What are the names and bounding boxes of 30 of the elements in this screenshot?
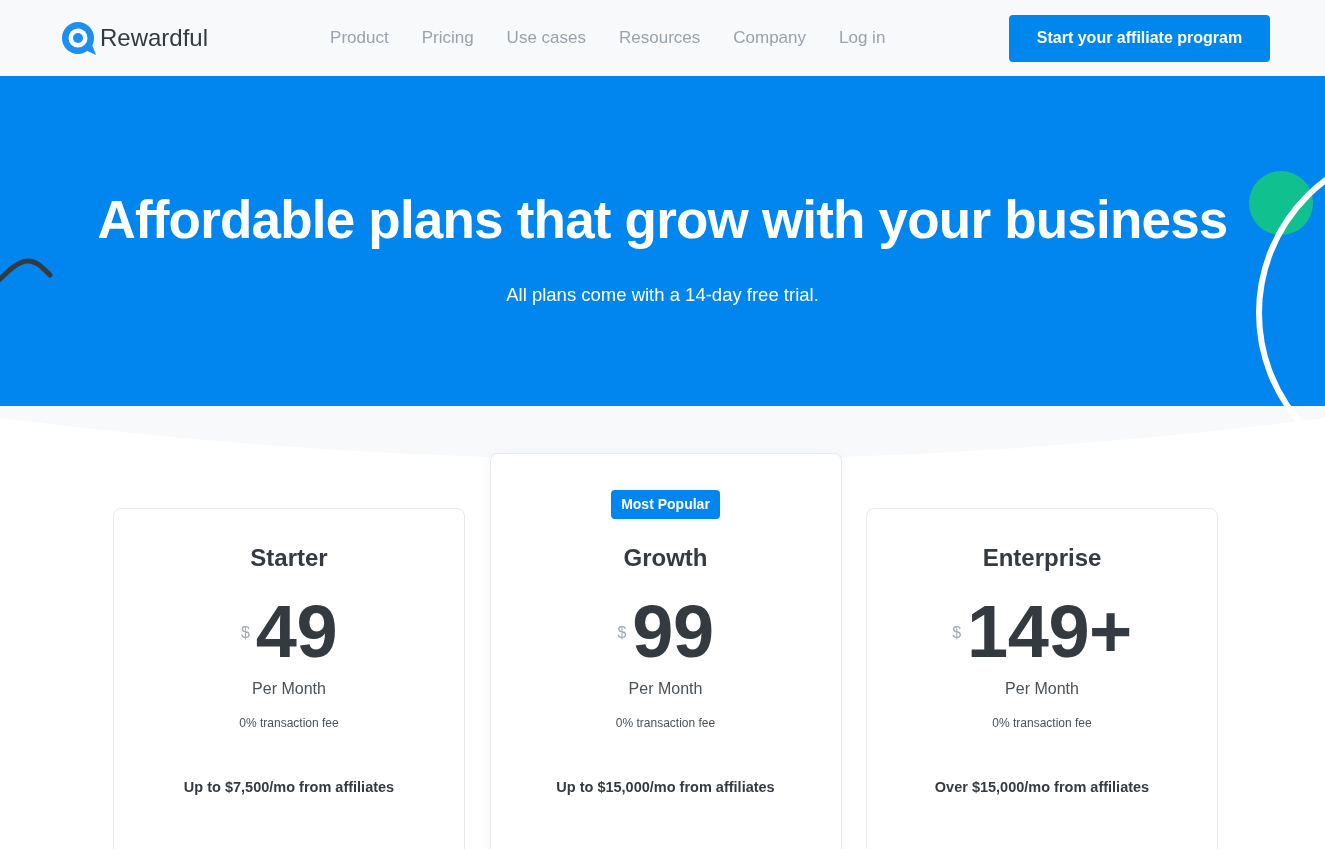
- plan-price: 49: [255, 596, 338, 668]
- transaction-fee: 0% transaction fee: [992, 715, 1092, 731]
- popular-badge: Most Popular: [611, 490, 720, 519]
- currency-symbol: $: [952, 623, 962, 643]
- hero-subtitle: All plans come with a 14-day free trial.: [506, 283, 819, 307]
- revenue-limit: Over $15,000/mo from affiliates: [934, 778, 1150, 797]
- plan-name: Starter: [250, 544, 328, 572]
- logo-icon: [62, 21, 96, 55]
- billing-period: Per Month: [1005, 679, 1079, 699]
- plan-name: Growth: [623, 544, 708, 572]
- revenue-limit: Up to $7,500/mo from affiliates: [183, 778, 395, 797]
- logo-link[interactable]: Rewardful: [62, 21, 209, 55]
- billing-period: Per Month: [628, 679, 703, 699]
- nav-link[interactable]: Log in: [839, 26, 886, 50]
- billing-period: Per Month: [252, 679, 326, 699]
- transaction-fee: 0% transaction fee: [239, 715, 339, 731]
- nav-link[interactable]: Pricing: [421, 26, 474, 50]
- plan-name: Enterprise: [982, 544, 1102, 572]
- nav-link[interactable]: Use cases: [506, 26, 586, 50]
- plan-price: 99: [632, 596, 714, 668]
- transaction-fee: 0% transaction fee: [615, 715, 716, 731]
- currency-symbol: $: [617, 623, 627, 643]
- cta-button[interactable]: Start your affiliate program: [1009, 14, 1270, 62]
- nav-link[interactable]: Product: [330, 26, 389, 50]
- revenue-limit: Up to $15,000/mo from affiliates: [556, 778, 775, 797]
- hero-title: Affordable plans that grow with your business: [97, 189, 1228, 251]
- plan-price: 149+: [967, 596, 1132, 668]
- nav-link[interactable]: Company: [733, 26, 806, 50]
- currency-symbol: $: [240, 623, 250, 643]
- nav-link[interactable]: Resources: [619, 26, 701, 50]
